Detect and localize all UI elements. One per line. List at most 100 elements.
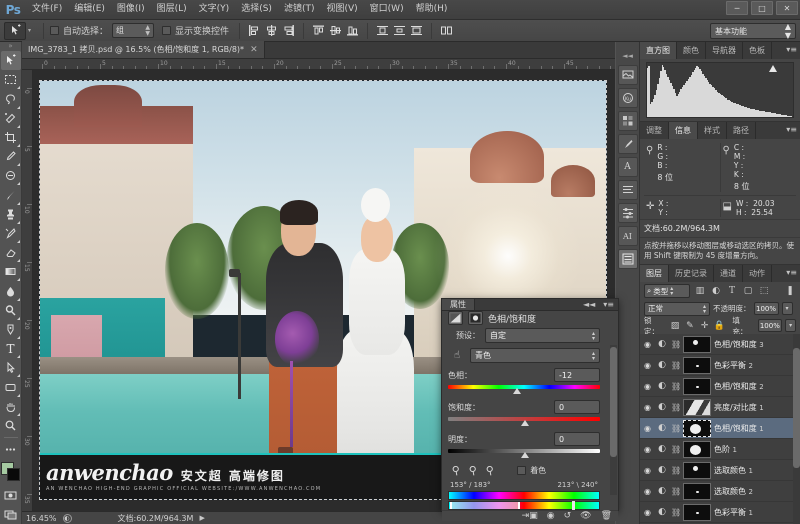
mask-link-icon[interactable]: ⛓ bbox=[671, 361, 681, 370]
layers-scrollbar-thumb[interactable] bbox=[793, 348, 800, 468]
properties-dock-icon[interactable] bbox=[617, 249, 638, 269]
tab-swatches[interactable]: 色板 bbox=[743, 42, 772, 59]
properties-scrollbar[interactable] bbox=[610, 345, 617, 495]
fill-value[interactable]: 100% bbox=[757, 319, 783, 332]
layer-mask-thumbnail[interactable] bbox=[683, 482, 711, 500]
mask-link-icon[interactable]: ⛓ bbox=[671, 508, 681, 517]
blend-mode-dropdown[interactable]: 正常 ▴ ▾ bbox=[644, 301, 710, 316]
layer-visibility-icon[interactable]: ◉ bbox=[642, 403, 653, 412]
layer-visibility-icon[interactable]: ◉ bbox=[642, 361, 653, 370]
tab-histogram[interactable]: 直方图 bbox=[640, 42, 677, 59]
layer-list[interactable]: ◉ ◐ ⛓ 色相/饱和度 3 ◉ ◐ ⛓ 色彩平衡 2 ◉ ◐ ⛓ 色相/饱和度 2 ◉ ◐ ⛓ 亮度/对比度… bbox=[640, 334, 800, 524]
preset-dropdown[interactable]: 自定 ▴ ▾ bbox=[485, 328, 600, 343]
smartobject-filter-icon[interactable]: ⬚ bbox=[758, 286, 770, 296]
tab-history[interactable]: 历史记录 bbox=[669, 265, 714, 282]
tool-edit-toolbar[interactable] bbox=[1, 440, 21, 459]
layer-visibility-icon[interactable]: ◉ bbox=[642, 508, 653, 517]
tool-history-brush[interactable] bbox=[1, 224, 21, 244]
tab-styles[interactable]: 样式 bbox=[698, 122, 727, 139]
view-previous-state-icon[interactable]: ◉ bbox=[547, 511, 555, 521]
layer-mask-thumbnail[interactable] bbox=[683, 377, 711, 395]
adjustment-thumbnail-icon[interactable]: ◐ bbox=[656, 360, 668, 370]
align-right-edges-icon[interactable] bbox=[281, 23, 296, 39]
menu-view[interactable]: 视图(V) bbox=[320, 0, 363, 19]
tool-eraser[interactable] bbox=[1, 243, 21, 263]
tool-move[interactable] bbox=[0, 51, 21, 71]
tool-blur[interactable] bbox=[1, 281, 21, 301]
menu-image[interactable]: 图像(I) bbox=[111, 0, 151, 19]
screen-mode-icon[interactable] bbox=[1, 505, 21, 524]
tool-rectangle[interactable] bbox=[1, 377, 21, 397]
menu-type[interactable]: 文字(Y) bbox=[193, 0, 236, 19]
mask-link-icon[interactable]: ⛓ bbox=[671, 382, 681, 391]
delete-icon[interactable]: 🗑 bbox=[601, 511, 612, 521]
layer-visibility-icon[interactable]: ◉ bbox=[642, 445, 653, 454]
properties-menu-icon[interactable]: ▾≡ bbox=[599, 299, 618, 310]
align-horizontal-centers-icon[interactable] bbox=[264, 23, 279, 39]
document-tab[interactable]: IMG_3783_1 拷贝.psd @ 16.5% (色相/饱和度 1, RGB… bbox=[22, 41, 265, 58]
paragraph-dock-icon[interactable] bbox=[617, 180, 638, 200]
hue-value[interactable]: -12 bbox=[554, 368, 600, 382]
tool-path-selection[interactable] bbox=[1, 358, 21, 378]
lightness-slider[interactable] bbox=[448, 447, 600, 458]
toggle-visibility-icon[interactable]: 👁 bbox=[580, 511, 591, 521]
adjustment-thumbnail-icon[interactable]: ◐ bbox=[656, 339, 668, 349]
tool-clone-stamp[interactable] bbox=[1, 205, 21, 224]
tool-preset-caret-icon[interactable]: ▾ bbox=[28, 27, 31, 34]
tool-rectangular-marquee[interactable] bbox=[1, 70, 21, 90]
properties-collapse-icon[interactable]: ◄◄ bbox=[579, 299, 599, 310]
channel-dropdown[interactable]: 青色 ▴ ▾ bbox=[470, 348, 600, 363]
tool-dodge[interactable] bbox=[1, 301, 21, 320]
on-image-adjust-icon[interactable]: ☝ bbox=[448, 350, 466, 361]
tab-actions[interactable]: 动作 bbox=[743, 265, 772, 282]
ai-dock-icon[interactable]: AI bbox=[617, 226, 638, 246]
lightness-value[interactable]: 0 bbox=[554, 432, 600, 446]
saturation-value[interactable]: 0 bbox=[554, 400, 600, 414]
tab-properties[interactable]: 属性 bbox=[442, 299, 475, 310]
workspace-switcher[interactable]: 基本功能 ▲ ▼ bbox=[710, 22, 796, 40]
layer-row[interactable]: ◉ ◐ ⛓ 色阶 1 bbox=[640, 439, 800, 460]
layer-mask-thumbnail[interactable] bbox=[683, 461, 711, 479]
pixel-filter-icon[interactable]: ▥ bbox=[694, 286, 706, 296]
tab-paths[interactable]: 路径 bbox=[727, 122, 756, 139]
colorize-option[interactable]: 着色 bbox=[517, 465, 546, 476]
type-filter-icon[interactable]: T bbox=[726, 286, 738, 296]
menu-edit[interactable]: 编辑(E) bbox=[68, 0, 111, 19]
color-range-handle-right[interactable] bbox=[572, 501, 575, 510]
distribute-vertical-centers-icon[interactable] bbox=[392, 23, 407, 39]
layers-scrollbar[interactable] bbox=[793, 334, 800, 524]
distribute-bottom-edges-icon[interactable] bbox=[409, 23, 424, 39]
filter-power-icon[interactable]: ❚ bbox=[784, 286, 796, 296]
reset-icon[interactable]: ↺ bbox=[564, 511, 572, 521]
cached-data-warning-icon[interactable] bbox=[769, 65, 777, 72]
adjustment-filter-icon[interactable]: ◐ bbox=[710, 286, 722, 296]
mask-link-icon[interactable]: ⛓ bbox=[671, 403, 681, 412]
menu-select[interactable]: 选择(S) bbox=[235, 0, 278, 19]
tab-info[interactable]: 信息 bbox=[669, 122, 698, 139]
mask-link-icon[interactable]: ⛓ bbox=[671, 466, 681, 475]
layer-visibility-icon[interactable]: ◉ bbox=[642, 487, 653, 496]
background-color-swatch[interactable] bbox=[6, 468, 20, 482]
auto-align-layers-icon[interactable] bbox=[439, 23, 454, 39]
align-vertical-centers-icon[interactable] bbox=[328, 23, 343, 39]
eyedropper-add-icon[interactable]: ⚲ bbox=[468, 463, 478, 477]
move-tool-icon[interactable] bbox=[4, 21, 26, 40]
color-swatches[interactable] bbox=[0, 462, 21, 482]
layer-mask-thumbnail[interactable] bbox=[683, 440, 711, 458]
layer-visibility-icon[interactable]: ◉ bbox=[642, 382, 653, 391]
adjustment-icon[interactable] bbox=[448, 311, 463, 325]
layer-row[interactable]: ◉ ◐ ⛓ 色相/饱和度 1 bbox=[640, 418, 800, 439]
layer-visibility-icon[interactable]: ◉ bbox=[642, 340, 653, 349]
opacity-value[interactable]: 100% bbox=[753, 302, 779, 315]
align-top-edges-icon[interactable] bbox=[311, 23, 326, 39]
menu-window[interactable]: 窗口(W) bbox=[364, 0, 410, 19]
layer-visibility-icon[interactable]: ◉ bbox=[642, 466, 653, 475]
mask-link-icon[interactable]: ⛓ bbox=[671, 487, 681, 496]
layer-mask-thumbnail[interactable] bbox=[683, 335, 711, 353]
tool-pen[interactable] bbox=[1, 320, 21, 340]
opacity-stepper[interactable]: ▾ bbox=[781, 302, 793, 315]
tool-crop[interactable] bbox=[1, 128, 21, 148]
tab-color[interactable]: 颜色 bbox=[677, 42, 706, 59]
layer-row[interactable]: ◉ ◐ ⛓ 色相/饱和度 2 bbox=[640, 376, 800, 397]
vertical-ruler[interactable]: 0 5 10 15 20 25 30 35 bbox=[22, 70, 33, 511]
